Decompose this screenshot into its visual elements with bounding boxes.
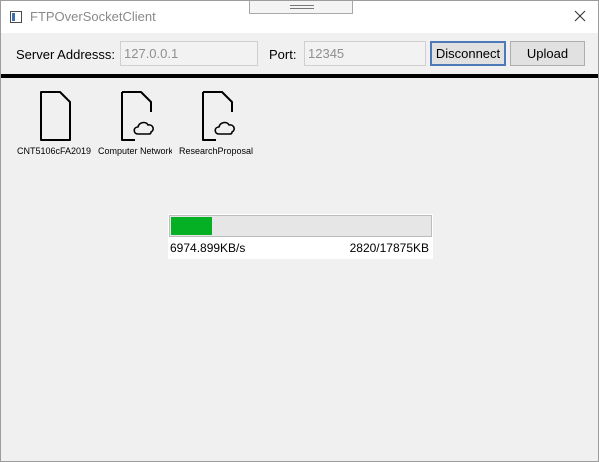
file-item[interactable]: ResearchProposal [176,90,256,162]
file-item[interactable]: Computer Networks [95,90,175,162]
app-window: FTPOverSocketClient Server Addresss: Por… [0,0,599,462]
cloud-file-icon [121,91,154,141]
drag-handle[interactable] [249,1,353,14]
file-name: ResearchProposal [179,146,253,156]
file-item[interactable]: CNT5106cFA2019 [14,90,94,162]
file-icon [40,91,71,141]
progress-bar [169,215,432,237]
file-name: CNT5106cFA2019 [17,146,91,156]
window-title: FTPOverSocketClient [30,9,156,24]
transfer-panel: 6974.899KB/s 2820/17875KB [168,214,433,259]
transfer-progress-text: 2820/17875KB [349,241,429,255]
title-bar[interactable]: FTPOverSocketClient [1,1,598,33]
upload-button[interactable]: Upload [510,41,585,66]
close-button[interactable] [567,5,593,29]
disconnect-button[interactable]: Disconnect [430,41,506,66]
server-address-label: Server Addresss: [16,47,115,62]
app-icon [10,11,22,23]
port-input[interactable] [304,41,426,66]
file-name: Computer Networks [98,146,172,156]
toolbar-separator [1,74,598,78]
server-address-input[interactable] [120,41,258,66]
cloud-file-icon [202,91,235,141]
port-label: Port: [269,47,297,62]
close-icon [574,10,586,22]
progress-fill [171,217,212,235]
connection-toolbar: Server Addresss: Port: Disconnect Upload [1,33,598,75]
transfer-speed: 6974.899KB/s [170,241,246,255]
